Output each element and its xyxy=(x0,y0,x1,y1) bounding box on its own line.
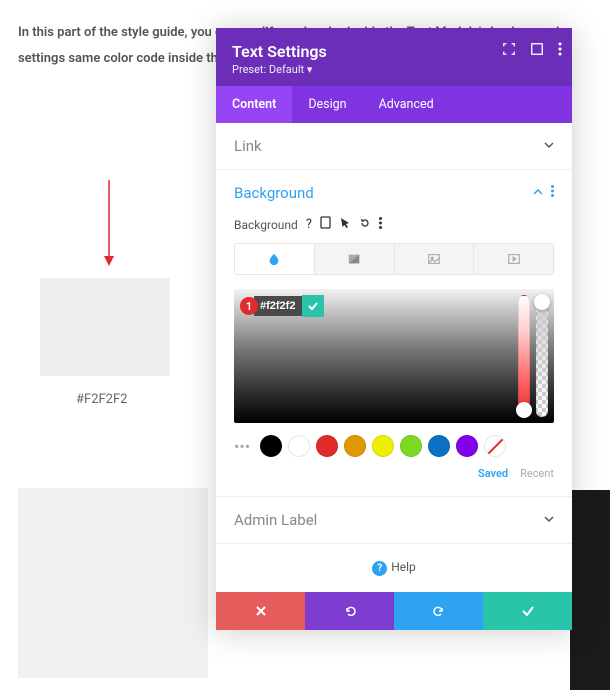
modal-footer xyxy=(216,592,572,630)
help-text: Help xyxy=(391,560,416,574)
help-row[interactable]: ? Help xyxy=(216,544,572,592)
modal-header: Text Settings Preset: Default ▾ xyxy=(216,28,572,86)
modal-tabs: Content Design Advanced xyxy=(216,86,572,123)
chevron-down-icon xyxy=(544,139,554,153)
section-kebab-icon[interactable] xyxy=(551,185,554,201)
undo-button[interactable] xyxy=(305,592,394,630)
section-admin-label-title: Admin Label xyxy=(234,511,317,529)
expand-icon[interactable] xyxy=(530,42,544,60)
swatch-black[interactable] xyxy=(260,435,282,457)
cancel-button[interactable] xyxy=(216,592,305,630)
chevron-down-icon xyxy=(544,513,554,527)
section-link-title: Link xyxy=(234,137,262,155)
palette-more-icon[interactable]: ••• xyxy=(234,437,250,456)
recent-colors-link[interactable]: Recent xyxy=(520,467,554,480)
color-swatch-preview xyxy=(40,278,170,376)
help-icon[interactable]: ? xyxy=(306,217,312,232)
bg-tab-video[interactable] xyxy=(473,244,553,274)
chevron-up-icon xyxy=(533,186,543,200)
section-link[interactable]: Link xyxy=(216,123,572,170)
bg-tab-gradient[interactable] xyxy=(314,244,394,274)
tablet-icon[interactable] xyxy=(320,216,331,233)
tab-advanced[interactable]: Advanced xyxy=(363,86,450,123)
section-background: Background Background ? xyxy=(216,170,572,497)
color-picker[interactable]: 1 xyxy=(234,289,554,480)
saved-colors-link[interactable]: Saved xyxy=(478,467,508,480)
alpha-slider[interactable] xyxy=(536,295,548,417)
section-background-title: Background xyxy=(234,184,314,202)
tab-content[interactable]: Content xyxy=(216,86,292,123)
swatch-none[interactable] xyxy=(484,435,506,457)
swatch-green[interactable] xyxy=(400,435,422,457)
bg-label: Background xyxy=(234,218,298,232)
reset-icon[interactable] xyxy=(359,217,371,233)
swatch-white[interactable] xyxy=(288,435,310,457)
saturation-area[interactable]: 1 xyxy=(234,289,554,423)
palette-row: ••• xyxy=(234,435,554,457)
hue-handle[interactable] xyxy=(516,402,532,418)
hue-slider[interactable] xyxy=(518,295,530,417)
bg-tab-image[interactable] xyxy=(394,244,474,274)
dark-block xyxy=(570,490,610,690)
save-button[interactable] xyxy=(483,592,572,630)
bg-type-tabs xyxy=(234,243,554,275)
hex-input[interactable] xyxy=(254,296,302,316)
swatch-purple[interactable] xyxy=(456,435,478,457)
section-admin-label[interactable]: Admin Label xyxy=(216,497,572,544)
focus-icon[interactable] xyxy=(502,42,516,60)
hex-confirm-button[interactable] xyxy=(302,295,324,317)
swatch-orange[interactable] xyxy=(344,435,366,457)
alpha-handle[interactable] xyxy=(534,294,550,310)
bg-tab-color[interactable] xyxy=(235,244,314,274)
tab-design[interactable]: Design xyxy=(292,86,362,123)
background-option-row: Background ? xyxy=(234,216,554,233)
swatch-hex-label: #F2F2F2 xyxy=(76,392,127,407)
hover-icon[interactable] xyxy=(339,217,351,233)
swatch-red[interactable] xyxy=(316,435,338,457)
options-kebab-icon[interactable] xyxy=(379,217,382,233)
step-badge: 1 xyxy=(240,297,258,315)
modal-preset[interactable]: Preset: Default ▾ xyxy=(232,63,556,76)
text-settings-modal: Text Settings Preset: Default ▾ Content … xyxy=(216,28,572,630)
swatch-blue[interactable] xyxy=(428,435,450,457)
swatch-yellow-green[interactable] xyxy=(372,435,394,457)
arrow-down-icon xyxy=(102,180,116,270)
section-background-head[interactable]: Background xyxy=(216,170,572,216)
gray-block xyxy=(18,488,208,678)
redo-button[interactable] xyxy=(394,592,483,630)
help-badge-icon: ? xyxy=(372,561,387,576)
kebab-menu-icon[interactable] xyxy=(558,42,562,60)
